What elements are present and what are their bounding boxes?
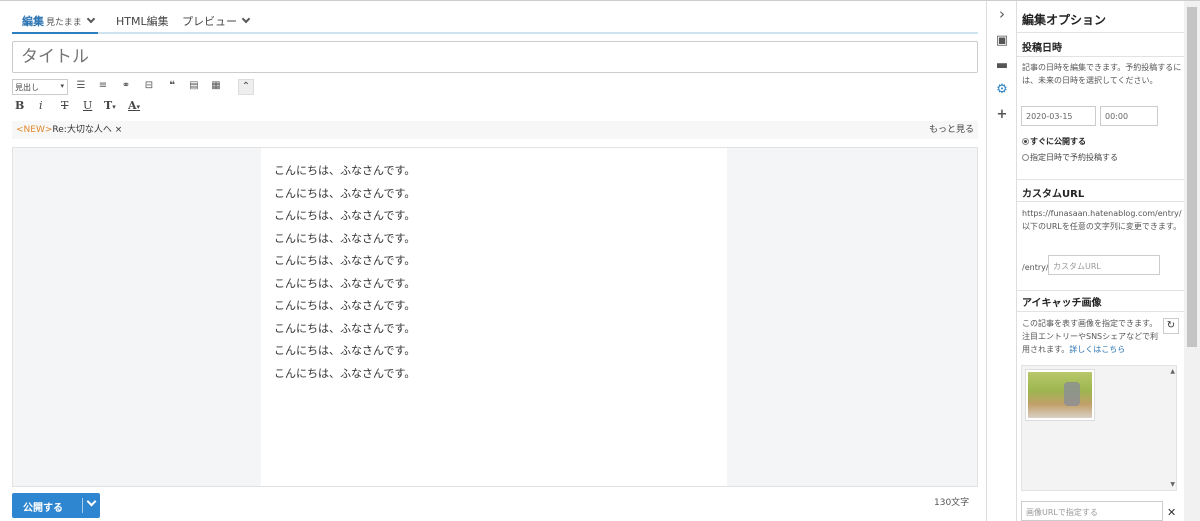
image-gallery-icon[interactable]: ▣ <box>995 34 1009 48</box>
text-color-button[interactable]: A▾ <box>128 99 140 112</box>
body-paragraph[interactable]: こんにちは、ふなさんです。 <box>274 205 727 228</box>
eyecatch-description: この記事を表す画像を指定できます。注目エントリーやSNSシェアなどで利用されます… <box>1022 317 1160 356</box>
close-icon[interactable]: × <box>112 125 123 135</box>
image-url-input[interactable]: 画像URLで指定する <box>1021 501 1163 521</box>
title-input[interactable] <box>12 41 978 73</box>
time-input[interactable]: 00:00 <box>1100 106 1158 126</box>
gear-icon[interactable]: ⚙ <box>995 83 1009 97</box>
eyecatch-thumbnail[interactable] <box>1025 369 1095 421</box>
custom-url-input[interactable]: カスタムURL <box>1048 255 1160 275</box>
radio-checked-icon <box>1022 138 1029 145</box>
divider <box>1017 311 1185 312</box>
date-section-title: 投稿日時 <box>1022 43 1062 54</box>
more-block-icon[interactable]: ▦ <box>209 79 223 93</box>
publish-now-label: すぐに公開する <box>1030 137 1086 146</box>
learn-more-link[interactable]: 詳しくはこちら <box>1069 345 1125 354</box>
schedule-label: 指定日時で予約投稿する <box>1030 153 1118 162</box>
bullet-list-icon[interactable]: ☰ <box>74 79 88 93</box>
body-paragraph[interactable]: こんにちは、ふなさんです。 <box>274 228 727 251</box>
custom-url-description: https://funasaan.hatenablog.com/entry/以下… <box>1022 209 1182 231</box>
link-icon[interactable]: ⚭ <box>119 79 133 93</box>
publish-label: 公開する <box>23 503 63 514</box>
custom-url-title: カスタムURL <box>1022 189 1085 200</box>
folder-icon[interactable]: ▬ <box>995 59 1009 73</box>
publish-now-radio[interactable]: すぐに公開する <box>1022 136 1086 147</box>
tab-edit-label: 編集 <box>22 15 44 28</box>
chevron-down-icon[interactable] <box>86 496 97 507</box>
body-paragraph[interactable]: こんにちは、ふなさんです。 <box>274 273 727 296</box>
active-tab-indicator <box>12 32 98 34</box>
table-icon[interactable]: ▤ <box>187 79 201 93</box>
tab-edit-mode: 見たまま <box>46 18 82 28</box>
body-paragraph[interactable]: こんにちは、ふなさんです。 <box>274 363 727 386</box>
font-size-button[interactable]: T▾ <box>104 99 116 112</box>
body-paragraph[interactable]: こんにちは、ふなさんです。 <box>274 318 727 341</box>
date-description: 記事の日時を編集できます。予約投稿するには、未来の日時を選択してください。 <box>1022 63 1182 85</box>
tab-preview[interactable]: プレビュー <box>182 13 251 29</box>
divider <box>1017 32 1185 33</box>
tab-preview-label: プレビュー <box>182 15 237 28</box>
editor-canvas: こんにちは、ふなさんです。 こんにちは、ふなさんです。 こんにちは、ふなさんです。こ… <box>12 147 978 487</box>
italic-button[interactable]: i <box>39 99 43 112</box>
divider <box>1017 56 1185 57</box>
publish-divider <box>82 498 83 513</box>
scrollbar-thumb[interactable] <box>1187 7 1197 347</box>
edit-options-panel: 編集オプション 投稿日時 記事の日時を編集できます。予約投稿するには、未来の日時… <box>1016 1 1185 521</box>
date-input[interactable]: 2020-03-15 <box>1021 106 1096 126</box>
heading-select[interactable]: 見出し ▾ <box>12 79 68 95</box>
font-size-caret-icon: ▾ <box>112 102 116 111</box>
body-paragraph[interactable]: こんにちは、ふなさんです。 <box>274 295 727 318</box>
scroll-up-icon[interactable]: ▲ <box>1170 368 1175 375</box>
close-icon[interactable]: ✕ <box>1167 506 1176 519</box>
font-size-label: T <box>104 99 113 112</box>
plus-icon[interactable]: + <box>995 108 1009 122</box>
text-color-caret-icon: ▾ <box>136 102 141 111</box>
heading-select-value: 見出し <box>15 83 39 92</box>
caret-down-icon: ▾ <box>60 82 64 90</box>
scroll-down-icon[interactable]: ▼ <box>1170 481 1175 488</box>
panel-title: 編集オプション <box>1022 13 1107 27</box>
reload-icon[interactable]: ↻ <box>1163 318 1179 334</box>
tab-edit[interactable]: 編集 見たまま <box>22 13 95 29</box>
related-entry-bar: <NEW>Re:大切な人へ × もっと見る <box>12 121 978 139</box>
options-rail: › ▣ ▬ ⚙ + <box>986 1 1016 521</box>
new-tag: <NEW> <box>16 125 53 135</box>
publish-button[interactable]: 公開する <box>12 493 100 518</box>
body-paragraph[interactable]: こんにちは、ふなさんです。 <box>274 160 727 183</box>
radio-unchecked-icon <box>1022 154 1029 161</box>
collapse-toolbar-button[interactable]: ⌃ <box>238 79 254 95</box>
thumbnail-image <box>1028 372 1092 418</box>
chevron-right-icon[interactable]: › <box>995 7 1009 22</box>
editor: 編集見たまま HTML編集 プレビュー 見出し ▾ ☰ ≡ ⚭ ⊟ ❝ ▤ ▦ … <box>0 1 986 521</box>
divider <box>1017 290 1185 291</box>
numbered-list-icon[interactable]: ≡ <box>96 79 110 93</box>
panel-scrollbar[interactable] <box>1184 1 1200 521</box>
quote-icon[interactable]: ❝ <box>165 79 179 93</box>
editor-body[interactable]: こんにちは、ふなさんです。 こんにちは、ふなさんです。 こんにちは、ふなさんです。こ… <box>261 148 727 486</box>
more-link[interactable]: もっと見る <box>929 121 974 139</box>
strikethrough-button[interactable]: T <box>61 99 68 112</box>
chevron-down-icon <box>241 14 251 24</box>
underline-button[interactable]: U <box>83 99 92 112</box>
schedule-radio[interactable]: 指定日時で予約投稿する <box>1022 152 1118 163</box>
divider <box>1017 179 1185 180</box>
chevron-down-icon <box>86 14 95 24</box>
char-count: 130文字 <box>934 498 970 508</box>
body-paragraph[interactable]: こんにちは、ふなさんです。 <box>274 183 727 206</box>
body-paragraph[interactable]: こんにちは、ふなさんです。 <box>274 250 727 273</box>
tab-html[interactable]: HTML編集 <box>116 13 169 29</box>
editor-tabs: 編集 見たまま HTML編集 プレビュー <box>12 1 978 34</box>
body-paragraph[interactable]: こんにちは、ふなさんです。 <box>274 340 727 363</box>
divider <box>1017 201 1185 202</box>
text-color-label: A <box>128 99 137 112</box>
bold-button[interactable]: B <box>15 99 24 112</box>
related-entry-link[interactable]: Re:大切な人へ <box>52 125 111 135</box>
eyecatch-image-list: ▲ ▼ <box>1021 365 1177 491</box>
horizontal-rule-icon[interactable]: ⊟ <box>142 79 156 93</box>
eyecatch-title: アイキャッチ画像 <box>1022 298 1102 309</box>
